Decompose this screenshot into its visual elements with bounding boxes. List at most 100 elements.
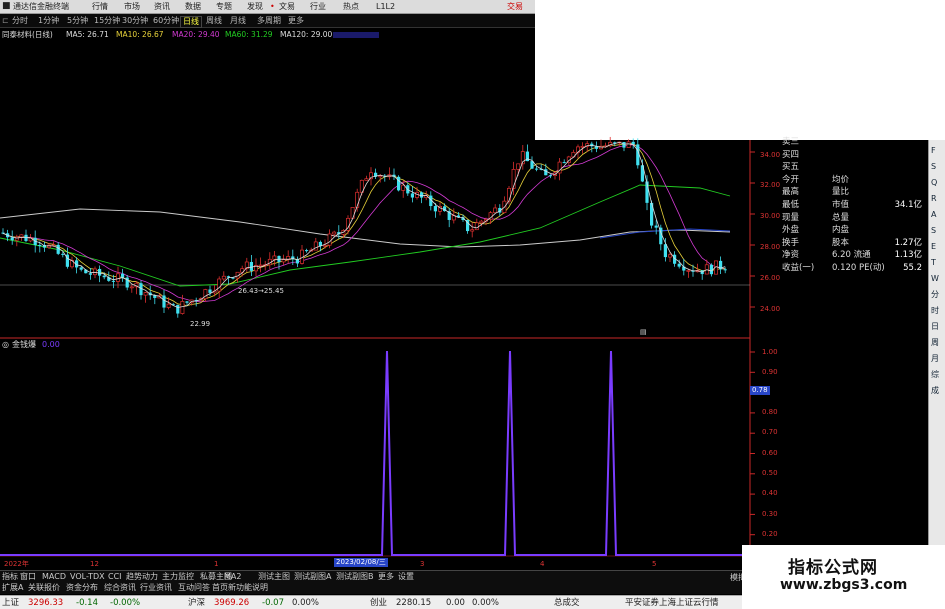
- tf-monthly[interactable]: 月线: [230, 16, 246, 26]
- toolbar-button[interactable]: R: [931, 194, 937, 204]
- tf-60min[interactable]: 60分钟: [153, 16, 179, 26]
- toolbar-button[interactable]: 成: [931, 386, 939, 396]
- indicator-tab[interactable]: CCI: [108, 572, 122, 582]
- candle-body: [143, 292, 148, 296]
- toolbar-button[interactable]: Q: [931, 178, 937, 188]
- toolbar-button[interactable]: E: [931, 242, 936, 252]
- info-tab[interactable]: 扩展A: [2, 583, 23, 593]
- tf-fenshi[interactable]: 分时: [12, 16, 28, 26]
- ind-tick-100: 1.00: [762, 348, 778, 356]
- indicator-tab[interactable]: MACD: [42, 572, 66, 582]
- indicator-tab[interactable]: 窗口: [20, 572, 36, 582]
- menu-l1l2[interactable]: L1L2: [376, 1, 395, 12]
- toolbar-button[interactable]: T: [931, 258, 936, 268]
- candle-body: [221, 275, 226, 280]
- toolbar-button[interactable]: 时: [931, 306, 939, 316]
- sh-change: -0.14: [76, 598, 98, 608]
- tf-daily[interactable]: 日线: [180, 16, 202, 28]
- ma120-label: MA120: 29.00: [280, 30, 333, 39]
- stock-name: 同泰材料(日线): [2, 30, 53, 39]
- ma60-label: MA60: 31.29: [225, 30, 273, 39]
- menu-shuju[interactable]: 数据: [185, 1, 201, 12]
- tf-weekly[interactable]: 周线: [206, 16, 222, 26]
- ind-tick-060: 0.60: [762, 449, 778, 457]
- tf-15min[interactable]: 15分钟: [94, 16, 120, 26]
- indicator-line: [0, 350, 742, 556]
- info-tab[interactable]: 首页新功能说明: [212, 583, 268, 593]
- ma-polyline: [2, 144, 726, 303]
- candle-body: [410, 193, 414, 198]
- mid-price-annotation: 26.43→25.45: [238, 287, 284, 295]
- info-tab[interactable]: 关联报价: [28, 583, 60, 593]
- quote-row-label: 买五: [782, 162, 800, 173]
- quote-row: 最高 量比: [780, 186, 924, 198]
- watermark-url: www.zbgs3.com: [780, 577, 908, 593]
- candle-body: [56, 244, 60, 254]
- cy-name: 创业: [370, 598, 388, 608]
- menu-faxian[interactable]: 发现: [247, 1, 263, 12]
- indicator-tab[interactable]: 测试副图A: [294, 572, 331, 582]
- toolbar-button[interactable]: 综: [931, 370, 939, 380]
- indicator-tab[interactable]: VOL-TDX: [70, 572, 105, 582]
- candle-body: [79, 267, 83, 270]
- timeframe-bar: ⊏ 分时 1分钟 5分钟 15分钟 30分钟 60分钟 日线 周线 月线 多周期…: [0, 14, 535, 28]
- info-tab[interactable]: 行业资讯: [140, 583, 172, 593]
- menu-redian[interactable]: 热点: [343, 1, 359, 12]
- tf-multi[interactable]: 多周期: [257, 16, 281, 26]
- info-tab[interactable]: 综合资讯: [104, 583, 136, 593]
- toolbar-button[interactable]: S: [931, 226, 936, 236]
- toolbar-button[interactable]: W: [931, 274, 939, 284]
- candle-body: [249, 261, 253, 271]
- menu-trade[interactable]: 交易: [507, 1, 523, 12]
- menu-shichang[interactable]: 市场: [124, 1, 140, 12]
- quote-row: 买四: [780, 149, 924, 161]
- indicator-tab[interactable]: 测试副图B: [336, 572, 374, 582]
- info-tab[interactable]: 互动问答: [178, 583, 210, 593]
- candle-body: [10, 237, 14, 241]
- tf-30min[interactable]: 30分钟: [122, 16, 148, 26]
- watermark: 指标公式网 www.zbgs3.com: [742, 545, 945, 609]
- tf-1min[interactable]: 1分钟: [38, 16, 59, 26]
- candle-body: [129, 286, 134, 289]
- menu-zixun[interactable]: 资讯: [154, 1, 170, 12]
- toolbar-button[interactable]: 日: [931, 322, 939, 332]
- indicator-tab[interactable]: 测试主图: [258, 572, 290, 582]
- quote-row-mid: 均价: [832, 174, 850, 185]
- tf-5min[interactable]: 5分钟: [67, 16, 88, 26]
- toolbar-button[interactable]: F: [931, 146, 936, 156]
- ind-tick-020: 0.20: [762, 530, 778, 538]
- ind-tick-040: 0.40: [762, 489, 778, 497]
- tf-more[interactable]: 更多: [288, 16, 304, 26]
- indicator-tab[interactable]: 指标: [2, 572, 18, 582]
- ma-polyline: [0, 208, 731, 248]
- menu-wenyi[interactable]: 文易: [279, 1, 295, 12]
- candle-body: [493, 207, 498, 214]
- candle-body: [88, 273, 92, 275]
- indicator-tab[interactable]: 更多: [378, 572, 394, 582]
- indicator-tab[interactable]: MA2: [224, 572, 241, 582]
- ind-tick-080: 0.80: [762, 408, 778, 416]
- candlestick-series: [1, 136, 727, 318]
- menu-hangqing[interactable]: 行情: [92, 1, 108, 12]
- kline-chart[interactable]: [0, 40, 945, 580]
- quote-row: 现量 总量: [780, 212, 924, 224]
- ma-color-bar: [333, 32, 379, 38]
- toolbar-button[interactable]: A: [931, 210, 936, 220]
- info-tab[interactable]: 资金分布: [66, 583, 98, 593]
- toolbar-button[interactable]: 月: [931, 354, 939, 364]
- menu-zhuanti[interactable]: 专题: [216, 1, 232, 12]
- candle-body: [535, 168, 539, 170]
- toolbar-button[interactable]: 周: [931, 338, 939, 348]
- quote-row-label: 最低: [782, 200, 800, 210]
- candle-body: [507, 187, 511, 202]
- indicator-tab[interactable]: 设置: [398, 572, 414, 582]
- indicator-tab[interactable]: 趋势动力: [126, 572, 158, 582]
- menu-hangye[interactable]: 行业: [310, 1, 326, 12]
- toolbar-button[interactable]: S: [931, 162, 936, 172]
- collapse-icon[interactable]: ⊏: [2, 16, 9, 26]
- price-tick-34: 34.00: [760, 151, 781, 159]
- indicator-spikes: [0, 350, 742, 556]
- quote-row-label: 收益(一): [782, 263, 815, 273]
- toolbar-button[interactable]: 分: [931, 290, 939, 300]
- indicator-tab[interactable]: 主力监控: [162, 572, 194, 582]
